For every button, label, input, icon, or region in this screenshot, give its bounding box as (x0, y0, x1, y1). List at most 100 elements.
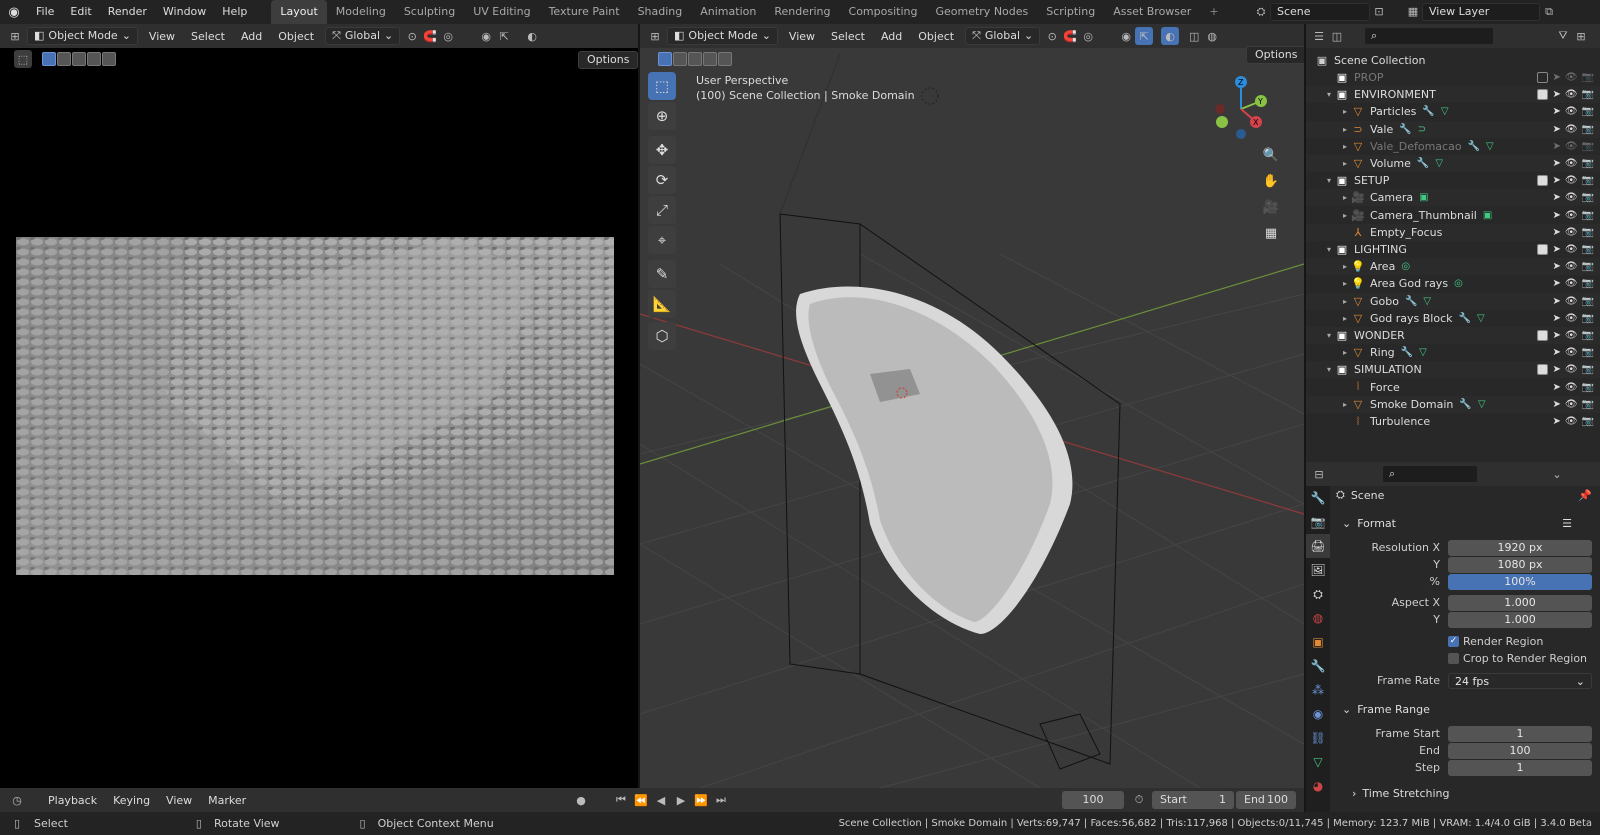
eye-icon[interactable]: 👁 (1565, 244, 1578, 255)
outliner-item[interactable]: ▸ 🎥 Camera ▣ ➤ 👁 📷 (1306, 189, 1600, 207)
tool-cursor-icon[interactable]: ⊕ (648, 102, 676, 130)
timeline-menu-view[interactable]: View (158, 794, 200, 807)
gizmo-icon[interactable]: ⇱ (495, 27, 513, 45)
navigation-gizmo[interactable]: Z Y X (1206, 74, 1276, 144)
snap-icon[interactable]: 🧲 (421, 27, 439, 45)
outliner-search-input[interactable]: ⌕ (1364, 27, 1494, 45)
left-menu-select[interactable]: Select (183, 30, 233, 43)
render-camera-icon[interactable]: 📷 (1582, 192, 1594, 203)
menu-help[interactable]: Help (214, 0, 255, 24)
modifier-icon[interactable]: 🔧 (1399, 124, 1411, 135)
eye-icon[interactable]: 👁 (1565, 175, 1578, 186)
tool-annotate-icon[interactable]: ✎ (648, 260, 676, 288)
render-camera-icon[interactable]: 📷 (1582, 382, 1594, 393)
render-camera-icon[interactable]: 📷 (1582, 106, 1594, 117)
exclude-checkbox[interactable] (1537, 364, 1549, 376)
disclosure-triangle-icon[interactable]: ▾ (1324, 90, 1334, 99)
tool-rotate-icon[interactable]: ⟳ (648, 166, 676, 194)
selectable-icon[interactable]: ➤ (1552, 278, 1560, 289)
object-tab-icon[interactable]: ▣ (1306, 630, 1330, 654)
render-camera-icon[interactable]: 📷 (1582, 278, 1594, 289)
outliner-collection[interactable]: ▣ PROP ➤ 👁 📷 (1306, 69, 1600, 86)
material-tab-icon[interactable]: ◕ (1306, 774, 1330, 798)
modifier-icon[interactable]: 🔧 (1458, 313, 1470, 324)
world-tab-icon[interactable]: ◍ (1306, 606, 1330, 630)
prev-keyframe-icon[interactable]: ⏪ (632, 791, 650, 809)
eye-icon[interactable]: 👁 (1565, 313, 1578, 324)
disclosure-triangle-icon[interactable]: ▸ (1340, 297, 1350, 306)
disclosure-triangle-icon[interactable]: ▸ (1340, 314, 1350, 323)
eye-icon[interactable]: 👁 (1565, 192, 1578, 203)
workspace-tab-modeling[interactable]: Modeling (327, 0, 395, 24)
render-camera-icon[interactable]: 📷 (1582, 72, 1594, 83)
object-data-icon[interactable]: ▽ (1478, 399, 1486, 410)
render-camera-icon[interactable]: 📷 (1582, 124, 1594, 135)
frame-rate-dropdown[interactable]: 24 fps ⌄ (1448, 672, 1592, 689)
output-tab-icon[interactable]: 🖨 (1306, 534, 1330, 558)
outliner-item[interactable]: ▸ ▽ Gobo 🔧 ▽ ➤ 👁 📷 (1306, 292, 1600, 310)
properties-search-input[interactable]: ⌕ (1382, 465, 1478, 483)
outliner-editor-icon[interactable]: ☰ (1310, 27, 1328, 45)
render-camera-icon[interactable]: 📷 (1582, 227, 1594, 238)
selectable-icon[interactable]: ➤ (1552, 296, 1560, 307)
render-camera-icon[interactable]: 📷 (1582, 347, 1594, 358)
menu-edit[interactable]: Edit (62, 0, 99, 24)
eye-icon[interactable]: 👁 (1565, 382, 1578, 393)
disclosure-triangle-icon[interactable]: ▸ (1340, 125, 1350, 134)
selectable-icon[interactable]: ➤ (1552, 210, 1560, 221)
modifier-icon[interactable]: 🔧 (1405, 296, 1417, 307)
object-data-icon[interactable]: ▽ (1423, 296, 1431, 307)
render-camera-icon[interactable]: 📷 (1582, 244, 1594, 255)
tool-add-cube-icon[interactable]: ⬡ (648, 322, 676, 350)
object-data-icon[interactable]: ▣ (1483, 210, 1492, 221)
format-panel-header[interactable]: ⌄ Format ☰ (1342, 514, 1592, 532)
tool-tab-icon[interactable]: 🔧 (1306, 486, 1330, 510)
outliner-collection[interactable]: ▾ ▣ ENVIRONMENT ➤ 👁 📷 (1306, 86, 1600, 104)
workspace-tab-scripting[interactable]: Scripting (1037, 0, 1104, 24)
select-new-button[interactable] (42, 52, 56, 66)
add-workspace-icon[interactable]: + (1200, 0, 1227, 24)
workspace-tab-compositing[interactable]: Compositing (840, 0, 927, 24)
record-icon[interactable]: ● (572, 791, 590, 809)
constraints-tab-icon[interactable]: ⛓ (1306, 726, 1330, 750)
modifier-icon[interactable]: 🔧 (1401, 347, 1413, 358)
object-data-icon[interactable]: ◎ (1401, 261, 1410, 272)
scene-field[interactable]: Scene (1270, 2, 1370, 21)
selectable-icon[interactable]: ➤ (1552, 141, 1560, 152)
exclude-checkbox[interactable] (1537, 330, 1549, 341)
tool-measure-icon[interactable]: 📐 (648, 290, 676, 318)
object-data-icon[interactable]: ▣ (1419, 192, 1428, 203)
time-stretching-panel-header[interactable]: › Time Stretching (1352, 784, 1592, 802)
outliner-item[interactable]: ▸ ▽ Smoke Domain 🔧 ▽ ➤ 👁 📷 (1306, 395, 1600, 413)
render-camera-icon[interactable]: 📷 (1582, 89, 1594, 100)
outliner-item[interactable]: ▸ ▽ Vale_Defomacao 🔧 ▽ ➤ 👁 📷 (1306, 138, 1600, 155)
properties-editor-icon[interactable]: ⊟ (1310, 465, 1328, 483)
eye-icon[interactable]: 👁 (1565, 106, 1578, 117)
select-intersect-button[interactable] (102, 52, 116, 66)
render-camera-icon[interactable]: 📷 (1582, 175, 1594, 186)
render-region-checkbox[interactable]: ✓ (1448, 636, 1459, 647)
pin-icon[interactable]: 📌 (1578, 489, 1592, 502)
frame-end-field[interactable]: 100 (1448, 742, 1592, 759)
overlay-icon[interactable]: ◐ (523, 27, 541, 45)
select-tool-icon[interactable]: ⬚ (14, 50, 32, 68)
outliner-item[interactable]: ▸ 🎥 Camera_Thumbnail ▣ ➤ 👁 📷 (1306, 207, 1600, 224)
outliner-item[interactable]: ▸ ▽ Ring 🔧 ▽ ➤ 👁 📷 (1306, 344, 1600, 361)
outliner-item[interactable]: ▸ 💡 Area God rays ◎ ➤ 👁 📷 (1306, 275, 1600, 292)
timeline-start-field[interactable]: Start 1 (1152, 791, 1234, 809)
eye-icon[interactable]: 👁 (1565, 141, 1578, 152)
render-camera-icon[interactable]: 📷 (1582, 364, 1594, 375)
menu-render[interactable]: Render (100, 0, 155, 24)
left-menu-add[interactable]: Add (233, 30, 270, 43)
outliner-item[interactable]: ▸ ▽ Particles 🔧 ▽ ➤ 👁 📷 (1306, 103, 1600, 120)
tool-scale-icon[interactable]: ⤢ (648, 196, 676, 224)
render-camera-icon[interactable]: 📷 (1582, 416, 1594, 427)
current-frame-field[interactable]: 100 (1062, 791, 1124, 809)
zoom-icon[interactable]: 🔍 (1260, 144, 1282, 166)
workspace-tab-uv-editing[interactable]: UV Editing (464, 0, 539, 24)
workspace-tab-layout[interactable]: Layout (271, 0, 327, 24)
outliner-root[interactable]: ▣ Scene Collection (1306, 52, 1600, 69)
pan-hand-icon[interactable]: ✋ (1260, 170, 1282, 192)
selectable-icon[interactable]: ➤ (1552, 261, 1560, 272)
display-mode-icon[interactable]: ◫ (1328, 27, 1346, 45)
